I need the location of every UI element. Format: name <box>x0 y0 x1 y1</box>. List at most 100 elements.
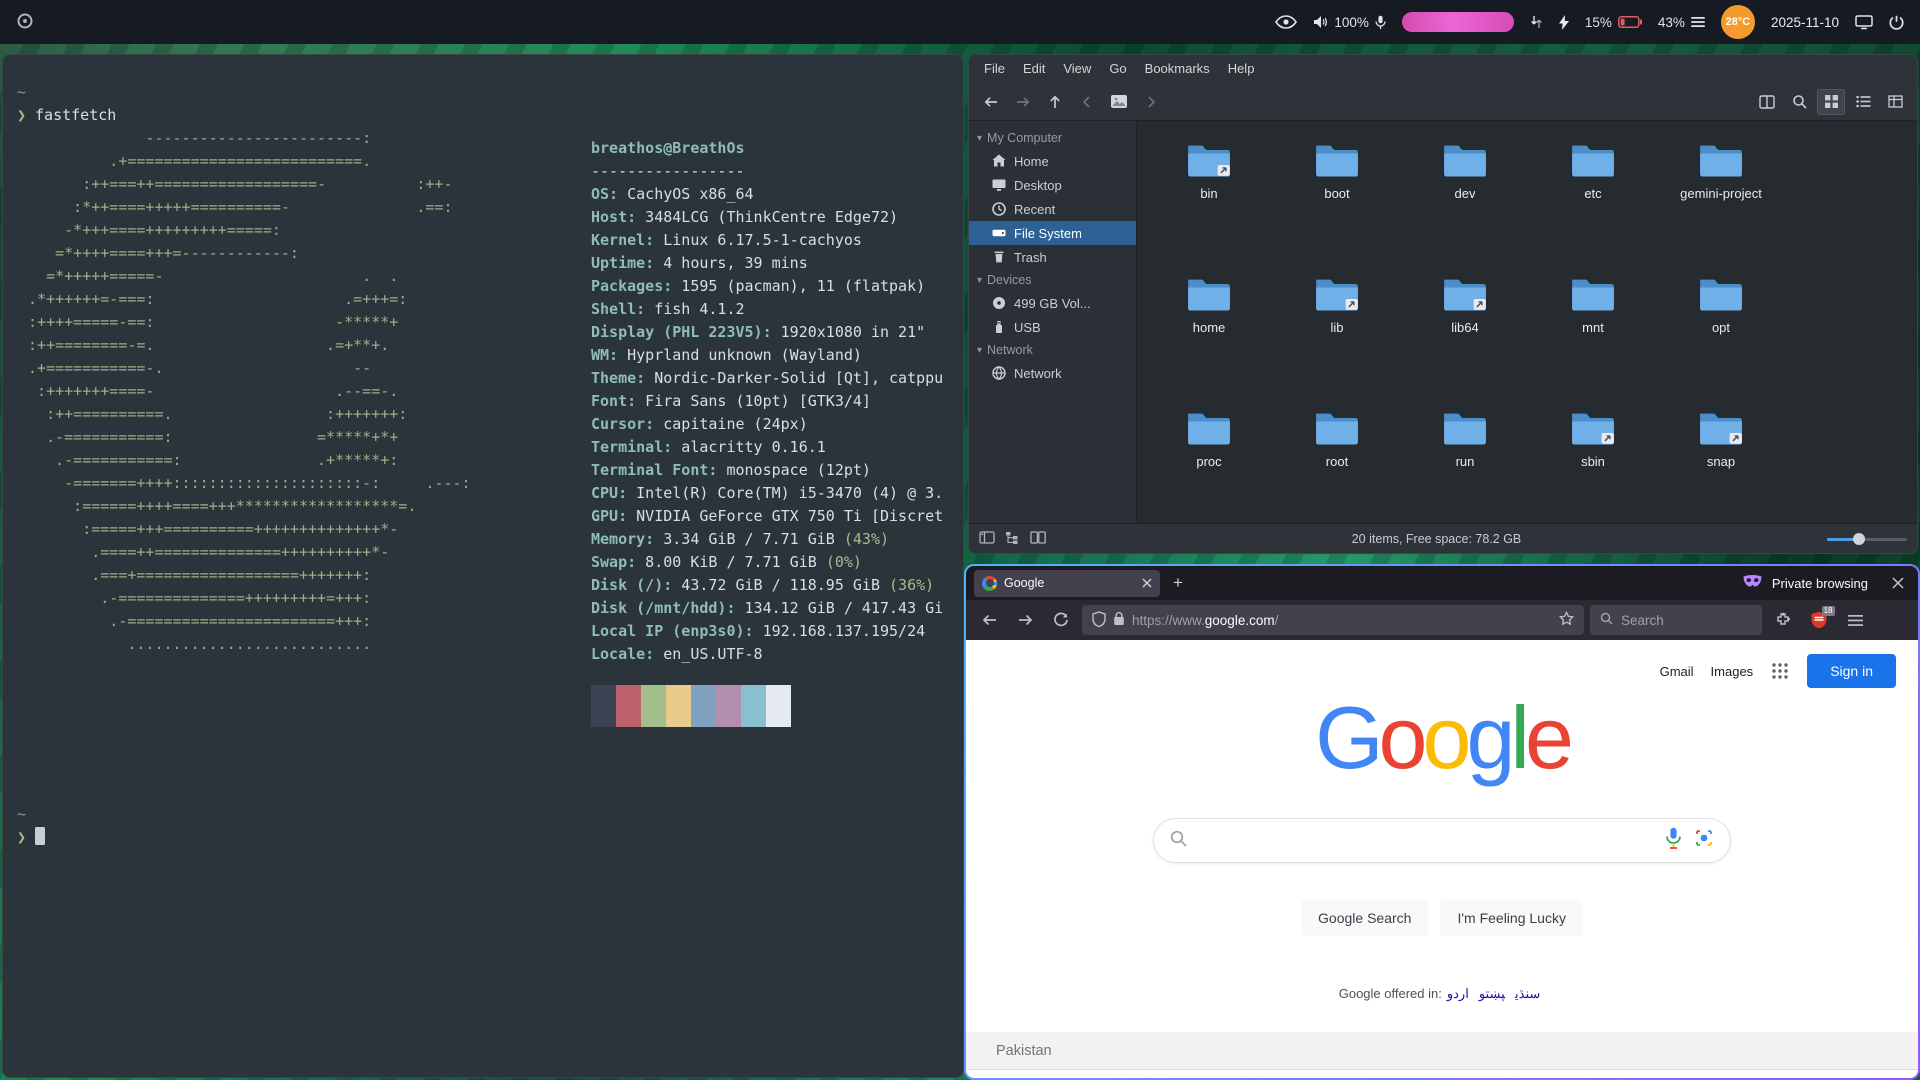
menu-file[interactable]: File <box>975 55 1014 83</box>
sidebar-item-home[interactable]: Home <box>969 149 1136 173</box>
tab-google[interactable]: Google <box>974 570 1160 597</box>
palette-swatch <box>616 706 641 727</box>
detail-view-button[interactable] <box>1881 89 1909 115</box>
menu-hamburger-icon[interactable] <box>1840 605 1870 635</box>
url-bar[interactable]: https://www.google.com/ <box>1082 605 1584 635</box>
battery-indicator[interactable]: 15% <box>1585 15 1642 30</box>
screen-share-icon[interactable] <box>1855 15 1873 30</box>
status-text: 20 items, Free space: 78.2 GB <box>1046 532 1827 546</box>
folder-boot[interactable]: boot <box>1273 125 1401 259</box>
cwd-line: ~ <box>17 81 26 104</box>
menu-edit[interactable]: Edit <box>1014 55 1054 83</box>
dir-tree-icon[interactable] <box>1005 531 1020 547</box>
folder-sbin[interactable]: sbin <box>1529 393 1657 527</box>
list-view-button[interactable] <box>1849 89 1877 115</box>
clock-date[interactable]: 2025-11-10 <box>1771 15 1839 30</box>
folder-run[interactable]: run <box>1401 393 1529 527</box>
sidebar-item-desktop[interactable]: Desktop <box>969 173 1136 197</box>
ublock-icon[interactable]: 18 <box>1804 605 1834 635</box>
network-ssid-pill-redacted[interactable] <box>1402 12 1514 32</box>
sidebar-section-my-computer[interactable]: ▾My Computer <box>969 127 1136 149</box>
google-lens-icon[interactable] <box>1694 828 1714 853</box>
up-button[interactable] <box>1041 89 1069 115</box>
folder-etc[interactable]: etc <box>1529 125 1657 259</box>
forward-button[interactable] <box>1010 605 1040 635</box>
menu-go[interactable]: Go <box>1100 55 1135 83</box>
zoom-slider-knob[interactable] <box>1853 533 1865 545</box>
images-link[interactable]: Images <box>1711 664 1754 679</box>
dual-pane-icon[interactable] <box>1030 531 1046 547</box>
sidebar-item-network[interactable]: Network <box>969 361 1136 385</box>
google-apps-grid-icon[interactable] <box>1770 661 1790 681</box>
search-bar[interactable]: Search <box>1590 605 1762 635</box>
folder-mnt[interactable]: mnt <box>1529 259 1657 393</box>
folder-snap[interactable]: snap <box>1657 393 1785 527</box>
eye-indicator-icon[interactable] <box>1275 15 1297 29</box>
sidebar-section-devices[interactable]: ▾Devices <box>969 269 1136 291</box>
palette-swatch <box>691 706 716 727</box>
google-search-box[interactable] <box>1153 818 1731 863</box>
folder-root[interactable]: root <box>1273 393 1401 527</box>
new-tab-button[interactable]: + <box>1166 571 1190 595</box>
language-link-اردو[interactable]: اردو <box>1447 986 1469 1001</box>
folder-lib64[interactable]: lib64 <box>1401 259 1529 393</box>
sidebar-item-recent[interactable]: Recent <box>969 197 1136 221</box>
gmail-link[interactable]: Gmail <box>1660 664 1694 679</box>
voice-search-mic-icon[interactable] <box>1665 827 1682 854</box>
power-profile-bolt-icon[interactable] <box>1559 15 1569 30</box>
menu-view[interactable]: View <box>1054 55 1100 83</box>
tracking-shield-icon[interactable] <box>1092 611 1106 630</box>
location-icon[interactable] <box>1105 89 1133 115</box>
language-link-پښتو[interactable]: پښتو <box>1479 986 1505 1001</box>
path-scroll-left-icon[interactable] <box>1073 89 1101 115</box>
palette-swatch <box>641 706 666 727</box>
folder-home[interactable]: home <box>1145 259 1273 393</box>
icon-view-button[interactable] <box>1817 89 1845 115</box>
network-icon <box>991 365 1007 381</box>
sign-in-button[interactable]: Sign in <box>1807 654 1896 688</box>
power-icon[interactable] <box>1889 15 1904 30</box>
feeling-lucky-button[interactable]: I'm Feeling Lucky <box>1440 900 1583 936</box>
memory-indicator[interactable]: 43% <box>1658 15 1705 30</box>
language-link-سنڌي[interactable]: سنڌي <box>1515 986 1540 1001</box>
temperature-badge[interactable]: 28°C <box>1721 5 1755 39</box>
launcher-icon[interactable] <box>16 12 34 30</box>
sidebar-item-trash[interactable]: Trash <box>969 245 1136 269</box>
private-browsing-label: Private browsing <box>1772 576 1868 591</box>
sidebar-section-network[interactable]: ▾Network <box>969 339 1136 361</box>
path-scroll-right-icon[interactable] <box>1137 89 1165 115</box>
prompt-line[interactable]: ❯ <box>17 826 45 849</box>
folder-lib[interactable]: lib <box>1273 259 1401 393</box>
search-button[interactable] <box>1785 89 1813 115</box>
tab-close-icon[interactable] <box>1142 578 1152 588</box>
back-button[interactable] <box>977 89 1005 115</box>
folder-gemini-project[interactable]: gemini-project <box>1657 125 1785 259</box>
folder-dev[interactable]: dev <box>1401 125 1529 259</box>
sidebar-item-usb[interactable]: USB <box>969 315 1136 339</box>
sidebar-item-499-gb-vol[interactable]: 499 GB Vol... <box>969 291 1136 315</box>
toolbar <box>969 83 1917 121</box>
footer-country: Pakistan <box>996 1043 1052 1059</box>
zoom-slider[interactable] <box>1827 532 1907 546</box>
folder-opt[interactable]: opt <box>1657 259 1785 393</box>
reload-button[interactable] <box>1046 605 1076 635</box>
sidebar-item-file-system[interactable]: File System <box>969 221 1136 245</box>
side-pane-toggle-icon[interactable] <box>979 531 995 547</box>
menu-help[interactable]: Help <box>1219 55 1264 83</box>
google-search-button[interactable]: Google Search <box>1301 900 1428 936</box>
search-magnifier-icon <box>1170 830 1187 852</box>
menu-bookmarks[interactable]: Bookmarks <box>1136 55 1219 83</box>
volume-indicator[interactable]: 100% <box>1313 15 1386 30</box>
split-view-button[interactable] <box>1753 89 1781 115</box>
folder-bin[interactable]: bin <box>1145 125 1273 259</box>
terminal-color-palette <box>591 685 791 727</box>
back-button[interactable] <box>974 605 1004 635</box>
terminal-window[interactable]: ~ ❯fastfetch ------------------------: .… <box>2 54 964 1078</box>
folder-proc[interactable]: proc <box>1145 393 1273 527</box>
palette-swatch <box>641 685 666 706</box>
volume-percent: 100% <box>1334 15 1369 30</box>
extensions-puzzle-icon[interactable] <box>1768 605 1798 635</box>
bookmark-star-icon[interactable] <box>1559 611 1574 629</box>
window-close-button[interactable] <box>1886 571 1910 595</box>
forward-button[interactable] <box>1009 89 1037 115</box>
